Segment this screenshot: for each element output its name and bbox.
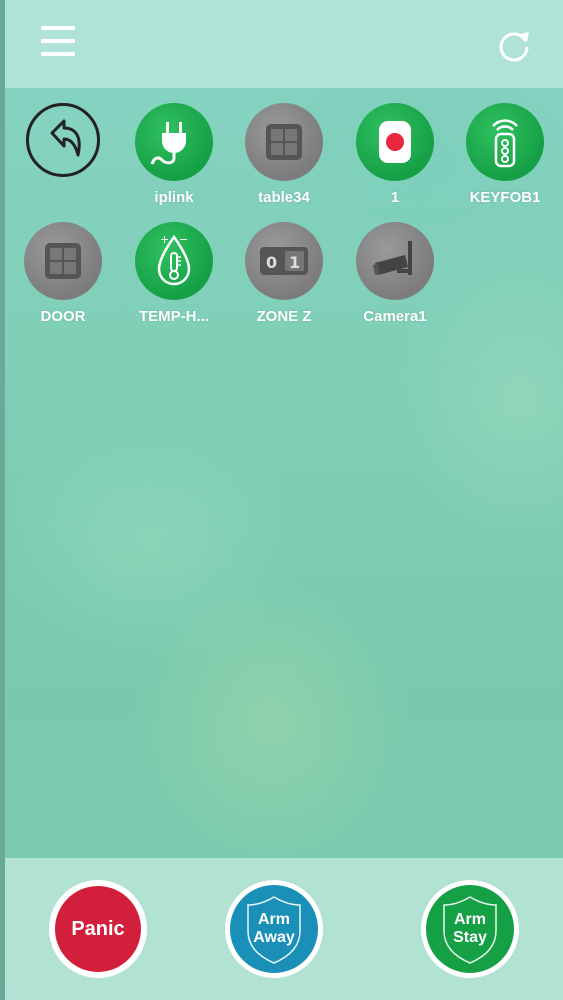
device-icon-circle: [135, 103, 213, 181]
arm-stay-line1: Arm: [453, 911, 486, 928]
arm-away-line2: Away: [253, 929, 295, 946]
device-label: 1: [390, 189, 400, 206]
device-icon-circle: + −: [135, 222, 213, 300]
panic-button-face: Panic: [55, 886, 141, 972]
device-icon-circle: [245, 103, 323, 181]
device-tile-door[interactable]: DOOR: [8, 222, 118, 325]
refresh-icon: [499, 32, 529, 62]
device-icon-circle: [356, 222, 434, 300]
device-label: ZONE Z: [256, 308, 312, 325]
device-tile-table34[interactable]: table34: [229, 103, 339, 206]
panic-button[interactable]: Panic: [49, 880, 147, 978]
device-label: TEMP-H...: [139, 308, 209, 325]
device-tile-keyfob1[interactable]: KEYFOB1: [450, 103, 560, 206]
hamburger-menu-icon: [41, 26, 75, 30]
svg-text:0: 0: [266, 253, 277, 272]
back-arrow-icon: [50, 119, 81, 157]
device-tile-iplink[interactable]: iplink: [119, 103, 229, 206]
device-tile-zone-z[interactable]: 0 1 ZONE Z: [229, 222, 339, 325]
back-tile[interactable]: [8, 103, 118, 177]
device-label: DOOR: [40, 308, 86, 325]
device-label: iplink: [154, 189, 194, 206]
window-sensor-icon: [266, 124, 302, 160]
device-icon-circle: [24, 222, 102, 300]
device-icon-circle: [356, 103, 434, 181]
keyfob-remote-icon: [492, 119, 518, 168]
menu-button[interactable]: [41, 26, 81, 62]
hamburger-menu-icon-bar: [41, 39, 75, 43]
arm-away-button[interactable]: Arm Away: [225, 880, 323, 978]
power-plug-icon: [150, 122, 186, 165]
device-tile-temp-humidity[interactable]: + − TEMP-H...: [119, 222, 229, 325]
device-icon-circle: [466, 103, 544, 181]
device-label: KEYFOB1: [469, 189, 541, 206]
hamburger-menu-icon-bar: [41, 52, 75, 56]
panic-button-icon: [379, 121, 411, 163]
svg-text:−: −: [179, 233, 188, 246]
arm-away-line1: Arm: [257, 911, 290, 928]
bottom-action-bar: Panic Arm Away Arm Stay: [5, 858, 563, 1000]
device-label: Camera1: [363, 308, 427, 325]
shield-icon: Arm Away: [230, 885, 318, 973]
window-sensor-icon: [45, 243, 81, 279]
refresh-button[interactable]: [493, 24, 535, 66]
device-icon-circle: 0 1: [245, 222, 323, 300]
device-label: table34: [258, 189, 310, 206]
top-bar: [5, 0, 563, 88]
arm-stay-line2: Stay: [453, 929, 487, 946]
binary-switch-icon: 0 1: [260, 247, 308, 275]
shield-icon: Arm Stay: [426, 885, 514, 973]
panic-label: Panic: [71, 917, 125, 940]
device-tile-1[interactable]: 1: [340, 103, 450, 206]
left-edge: [0, 0, 5, 1000]
camera-icon: [373, 241, 412, 275]
back-button[interactable]: [26, 103, 100, 177]
svg-text:1: 1: [289, 253, 300, 272]
thermometer-drop-icon: + −: [157, 233, 191, 286]
arm-stay-button[interactable]: Arm Stay: [421, 880, 519, 978]
device-tile-camera1[interactable]: Camera1: [340, 222, 450, 325]
